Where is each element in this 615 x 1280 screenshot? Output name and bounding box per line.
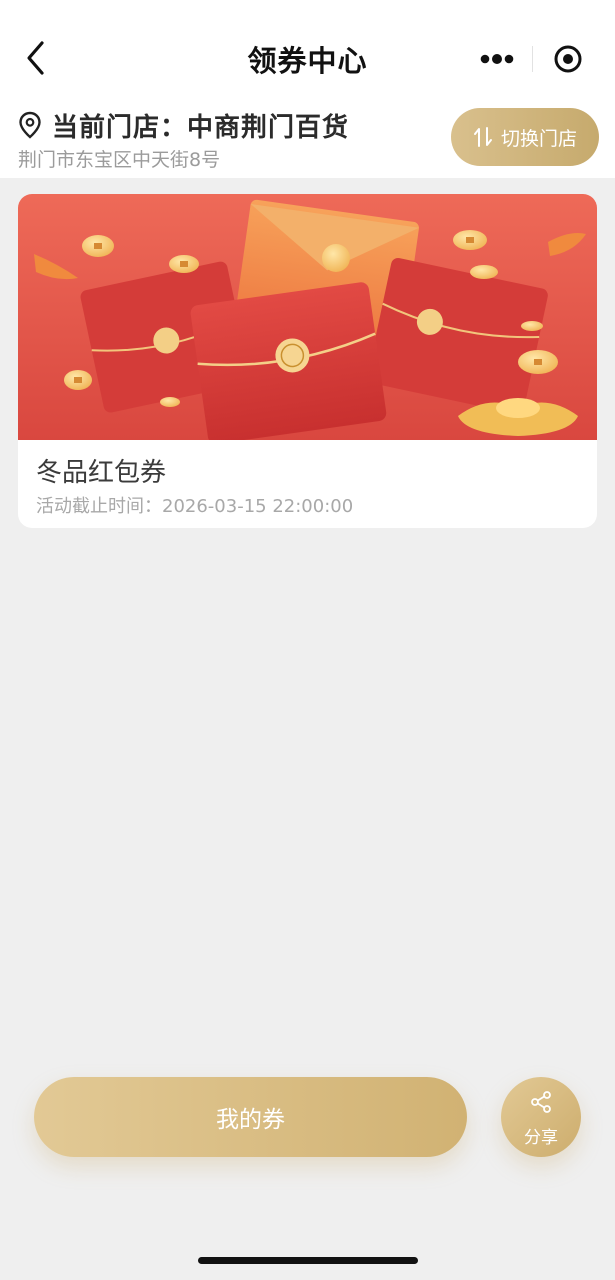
home-indicator — [198, 1257, 418, 1264]
red-envelope-banner — [18, 194, 597, 440]
share-label: 分享 — [524, 1128, 558, 1148]
coupon-title: 冬品红包券 — [36, 458, 167, 488]
switch-store-button[interactable]: 切换门店 — [451, 108, 599, 166]
switch-store-label: 切换门店 — [500, 127, 577, 150]
my-coupons-button[interactable]: 我的券 — [34, 1077, 467, 1157]
mini-program-capsule — [462, 34, 602, 84]
store-address: 荆门市东宝区中天街8号 — [18, 149, 221, 171]
target-close-icon — [554, 45, 581, 73]
more-button[interactable] — [462, 34, 532, 84]
swap-arrows-icon — [473, 127, 492, 147]
nav-bar: 领券中心 — [0, 0, 615, 108]
coupon-deadline: 活动截止时间：2026-03-15 22:00:00 — [36, 496, 354, 517]
coupon-card[interactable]: 冬品红包券 活动截止时间：2026-03-15 22:00:00 — [18, 194, 597, 528]
current-store-label: 当前门店：中商荆门百货 — [52, 112, 350, 143]
share-icon — [531, 1091, 551, 1113]
share-button[interactable]: 分享 — [501, 1077, 581, 1157]
more-dots-icon — [480, 54, 514, 64]
store-name-row: 当前门店：中商荆门百货 — [18, 108, 350, 143]
location-pin-icon — [19, 111, 41, 139]
close-button[interactable] — [533, 34, 602, 84]
store-bar: 当前门店：中商荆门百货 荆门市东宝区中天街8号 切换门店 — [0, 108, 615, 178]
